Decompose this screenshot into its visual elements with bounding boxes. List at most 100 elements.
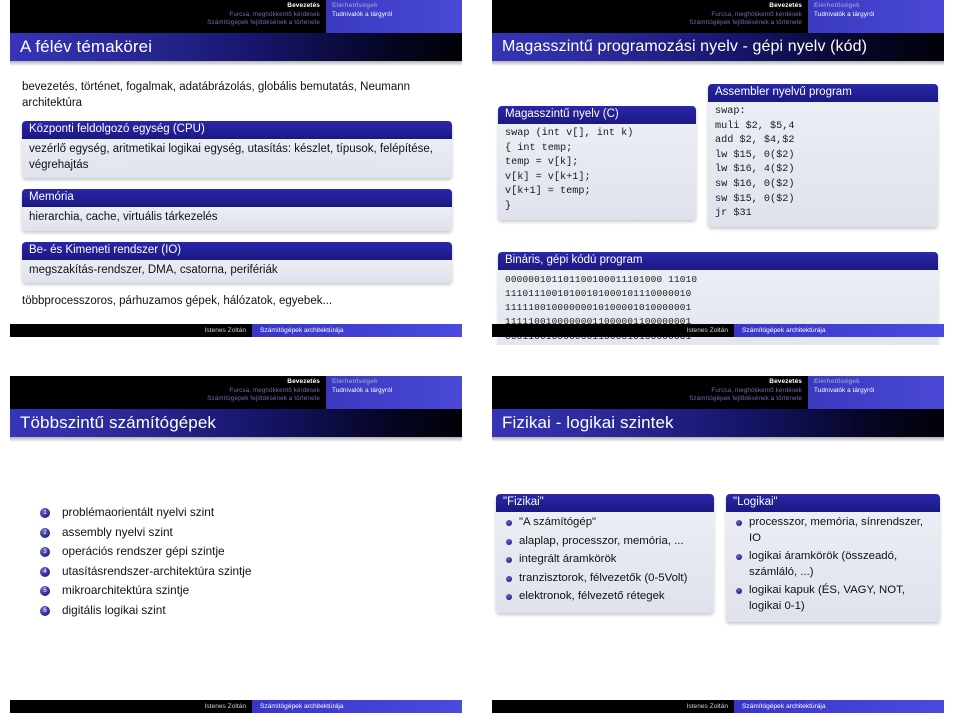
logikai-list: processzor, memória, sínrendszer, IO log… bbox=[733, 515, 933, 617]
slide-body: Magasszintű nyelv (C) swap (int v[], int… bbox=[482, 66, 952, 345]
c-source-code: swap (int v[], int k) { int temp; temp =… bbox=[498, 124, 696, 220]
list-item: 3 operációs rendszer gépi szintje bbox=[40, 543, 452, 563]
list-item: integrált áramkörök bbox=[505, 552, 707, 571]
levels-list: 1 problémaorientált nyelvi szint 2 assem… bbox=[40, 504, 452, 621]
block-memoria: Memória hierarchia, cache, virtuális tár… bbox=[22, 189, 452, 231]
nav-subitem-furcsa[interactable]: Furcsa, meghökkentő kérdések bbox=[16, 387, 320, 396]
slide-title-bar: Magasszintű programozási nyelv - gépi ny… bbox=[492, 33, 944, 61]
list-number-badge: 5 bbox=[40, 586, 50, 596]
nav-subitem-furcsa[interactable]: Furcsa, meghökkentő kérdések bbox=[498, 387, 802, 396]
nav-section-title: Elérhetőségek bbox=[814, 2, 860, 9]
nav-subitem-tortenete[interactable]: Számítógépek fejlődésének a története bbox=[16, 395, 320, 404]
nav-section-elerhetosegek[interactable]: Elérhetőségek Tudnivalók a tárgyról bbox=[326, 0, 462, 33]
nav-subitem-tudnivalok[interactable]: Tudnivalók a tárgyról bbox=[332, 11, 456, 20]
nav-subitem-tortenete[interactable]: Számítógépek fejlődésének a története bbox=[498, 19, 802, 28]
footer-course: Számítógépek architektúrája bbox=[734, 700, 944, 713]
list-item-label: assembly nyelvi szint bbox=[62, 524, 173, 539]
nav-section-elerhetosegek[interactable]: Elérhetőségek Tudnivalók a tárgyról bbox=[808, 0, 944, 33]
bullet-icon bbox=[506, 594, 512, 600]
nav-section-elerhetosegek[interactable]: Elérhetőségek Tudnivalók a tárgyról bbox=[808, 376, 944, 409]
levels-columns: "Fizikai" "A számítógép" alaplap, proces… bbox=[496, 494, 940, 633]
list-number-badge: 1 bbox=[40, 508, 50, 518]
list-item-label: elektronok, félvezető rétegek bbox=[519, 590, 665, 602]
block-header: "Logikai" bbox=[726, 494, 940, 512]
nav-section-bevezetes[interactable]: Bevezetés Furcsa, meghökkentő kérdések S… bbox=[492, 376, 808, 409]
slide-title-bar: Fizikai - logikai szintek bbox=[492, 409, 944, 437]
assembler-source-code: swap: muli $2, $5,4 add $2, $4,$2 lw $15… bbox=[708, 102, 938, 227]
slide-temakorei: Bevezetés Furcsa, meghökkentő kérdések S… bbox=[0, 0, 470, 345]
outro-text: többprocesszoros, párhuzamos gépek, háló… bbox=[22, 295, 333, 307]
slide-footer: Istenes Zoltán Számítógépek architektúrá… bbox=[10, 700, 462, 713]
nav-subitem-tortenete[interactable]: Számítógépek fejlődésének a története bbox=[498, 395, 802, 404]
bullet-icon bbox=[506, 538, 512, 545]
bullet-icon bbox=[736, 520, 742, 526]
block-header: "Fizikai" bbox=[496, 494, 714, 512]
fizikai-list: "A számítógép" alaplap, processzor, memó… bbox=[503, 515, 707, 608]
footer-course: Számítógépek architektúrája bbox=[252, 700, 462, 713]
list-item-label: "A számítógép" bbox=[519, 516, 597, 528]
list-item: logikai áramkörök (összeadó, számláló, .… bbox=[735, 549, 933, 583]
slide-title-bar: A félév témakörei bbox=[10, 33, 462, 61]
list-number-badge: 4 bbox=[40, 566, 50, 577]
slide-navbar: Bevezetés Furcsa, meghökkentő kérdések S… bbox=[492, 0, 944, 33]
nav-section-title: Bevezetés bbox=[287, 378, 320, 385]
footer-author: Istenes Zoltán bbox=[10, 324, 252, 337]
nav-subitem-tudnivalok[interactable]: Tudnivalók a tárgyról bbox=[814, 387, 938, 396]
list-item: elektronok, félvezető rétegek bbox=[505, 589, 707, 608]
nav-subitem-tudnivalok[interactable]: Tudnivalók a tárgyról bbox=[332, 387, 456, 396]
list-item-label: logikai áramkörök (összeadó, számláló, .… bbox=[749, 550, 898, 578]
footer-course: Számítógépek architektúrája bbox=[252, 324, 462, 337]
bullet-icon bbox=[506, 557, 512, 563]
slide-footer: Istenes Zoltán Számítógépek architektúrá… bbox=[492, 700, 944, 713]
list-item-label: utasításrendszer-architektúra szintje bbox=[62, 563, 252, 578]
nav-section-title: Elérhetőségek bbox=[332, 378, 378, 385]
block-logikai: "Logikai" processzor, memória, sínrendsz… bbox=[726, 494, 940, 622]
page-title: Magasszintű programozási nyelv - gépi ny… bbox=[502, 38, 868, 55]
nav-section-bevezetes[interactable]: Bevezetés Furcsa, meghökkentő kérdések S… bbox=[492, 0, 808, 33]
block-body: vezérlő egység, aritmetikai logikai egys… bbox=[22, 139, 452, 178]
bullet-icon bbox=[736, 554, 742, 560]
slide-body: "Fizikai" "A számítógép" alaplap, proces… bbox=[482, 442, 952, 633]
list-number-badge: 6 bbox=[40, 605, 50, 616]
list-item-label: problémaorientált nyelvi szint bbox=[62, 505, 215, 519]
slide-magasszintu: Bevezetés Furcsa, meghökkentő kérdések S… bbox=[482, 0, 952, 345]
list-item-label: operációs rendszer gépi szintje bbox=[62, 544, 225, 558]
block-cpu: Központi feldolgozó egység (CPU) vezérlő… bbox=[22, 121, 452, 178]
block-fizikai: "Fizikai" "A számítógép" alaplap, proces… bbox=[496, 494, 714, 613]
page-title: Többszintű számítógépek bbox=[20, 413, 217, 432]
nav-section-bevezetes[interactable]: Bevezetés Furcsa, meghökkentő kérdések S… bbox=[10, 0, 326, 33]
nav-subitem-tudnivalok[interactable]: Tudnivalók a tárgyról bbox=[814, 11, 938, 20]
code-columns: Magasszintű nyelv (C) swap (int v[], int… bbox=[498, 84, 938, 238]
block-header: Központi feldolgozó egység (CPU) bbox=[22, 121, 452, 139]
slide-body: bevezetés, történet, fogalmak, adatábráz… bbox=[0, 66, 470, 310]
slide-tobbszintu: Bevezetés Furcsa, meghökkentő kérdések S… bbox=[0, 376, 470, 721]
nav-section-title: Bevezetés bbox=[769, 2, 802, 9]
footer-author: Istenes Zoltán bbox=[492, 700, 734, 713]
block-body: processzor, memória, sínrendszer, IO log… bbox=[726, 512, 940, 622]
nav-subitem-furcsa[interactable]: Furcsa, meghökkentő kérdések bbox=[16, 11, 320, 20]
footer-author: Istenes Zoltán bbox=[10, 700, 252, 713]
nav-subitem-furcsa[interactable]: Furcsa, meghökkentő kérdések bbox=[498, 11, 802, 20]
block-io: Be- és Kimeneti rendszer (IO) megszakítá… bbox=[22, 241, 452, 283]
list-item: logikai kapuk (ÉS, VAGY, NOT, logikai 0-… bbox=[735, 583, 933, 617]
block-header: Bináris, gépi kódú program bbox=[498, 251, 938, 270]
slide-footer: Istenes Zoltán Számítógépek architektúrá… bbox=[10, 324, 462, 337]
nav-section-elerhetosegek[interactable]: Elérhetőségek Tudnivalók a tárgyról bbox=[326, 376, 462, 409]
list-item: alaplap, processzor, memória, ... bbox=[505, 534, 707, 553]
nav-subitem-tortenete[interactable]: Számítógépek fejlődésének a története bbox=[16, 19, 320, 28]
slide-navbar: Bevezetés Furcsa, meghökkentő kérdések S… bbox=[492, 376, 944, 409]
nav-section-title: Bevezetés bbox=[287, 2, 320, 9]
intro-text: bevezetés, történet, fogalmak, adatábráz… bbox=[22, 81, 411, 109]
list-item-label: integrált áramkörök bbox=[519, 553, 617, 565]
nav-section-title: Elérhetőségek bbox=[332, 2, 378, 9]
footer-course: Számítógépek architektúrája bbox=[734, 324, 944, 337]
page-title: A félév témakörei bbox=[20, 37, 153, 56]
nav-section-bevezetes[interactable]: Bevezetés Furcsa, meghökkentő kérdések S… bbox=[10, 376, 326, 409]
slide-body: 1 problémaorientált nyelvi szint 2 assem… bbox=[0, 442, 470, 621]
list-item: 5 mikroarchitektúra szintje bbox=[40, 582, 452, 602]
slide-navbar: Bevezetés Furcsa, meghökkentő kérdések S… bbox=[10, 0, 462, 33]
slide-footer: Istenes Zoltán Számítógépek architektúrá… bbox=[492, 324, 944, 337]
block-header: Assembler nyelvű program bbox=[708, 84, 938, 102]
nav-section-title: Bevezetés bbox=[769, 378, 802, 385]
block-c-language: Magasszintű nyelv (C) swap (int v[], int… bbox=[498, 106, 696, 220]
